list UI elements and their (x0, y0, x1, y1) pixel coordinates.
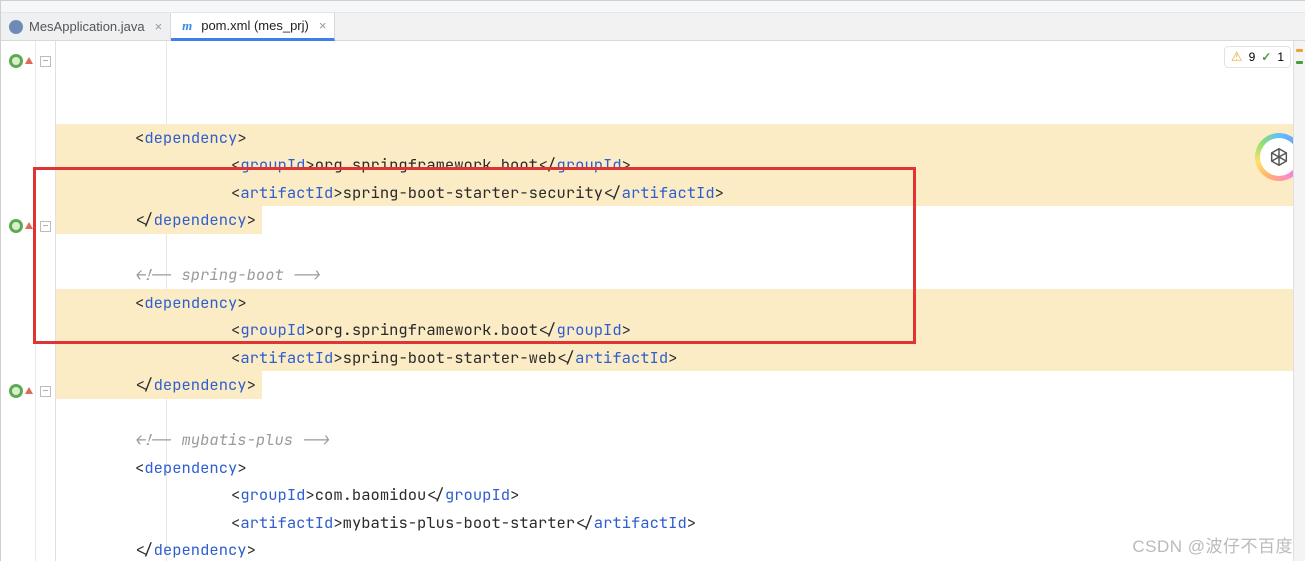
editor: −−− <dependency><groupId>org.springframe… (1, 41, 1305, 561)
watermark: CSDN @波仔不百度 (1132, 532, 1293, 557)
code-line[interactable]: <artifactId>spring-boot-starter-security… (56, 179, 1305, 207)
top-toolbar (1, 1, 1305, 13)
editor-tabs: MesApplication.java × m pom.xml (mes_prj… (1, 13, 1305, 41)
code-line[interactable]: <!-- spring-boot --> (56, 261, 1305, 289)
arrow-up-icon (25, 387, 33, 394)
code-line[interactable]: </dependency> (56, 371, 1305, 399)
tab-label: MesApplication.java (29, 19, 145, 34)
scroll-marker (1296, 61, 1303, 64)
code-line[interactable]: <groupId>com.baomidou</groupId> (56, 481, 1305, 509)
code-area[interactable]: <dependency><groupId>org.springframework… (56, 41, 1305, 561)
code-line[interactable]: <groupId>org.springframework.boot</group… (56, 316, 1305, 344)
code-line[interactable]: <dependency> (56, 124, 1305, 152)
ok-icon: ✓ (1261, 50, 1271, 64)
maven-icon: m (179, 18, 195, 34)
fold-toggle[interactable]: − (40, 56, 51, 67)
gutter (1, 41, 36, 561)
scroll-marker (1296, 49, 1303, 52)
close-icon[interactable]: × (319, 18, 327, 33)
code-line[interactable]: <dependency> (56, 454, 1305, 482)
fold-toggle[interactable]: − (40, 221, 51, 232)
scrollbar[interactable] (1293, 41, 1305, 561)
bean-icon[interactable] (9, 219, 23, 233)
bean-icon[interactable] (9, 54, 23, 68)
tab-mesapplication[interactable]: MesApplication.java × (1, 13, 171, 40)
close-icon[interactable]: × (155, 19, 163, 34)
code-line[interactable] (56, 234, 1305, 262)
bean-icon[interactable] (9, 384, 23, 398)
arrow-up-icon (25, 57, 33, 64)
gutter-fold: − − − (36, 41, 56, 561)
code-line[interactable]: <artifactId>mybatis-plus-boot-starter</a… (56, 509, 1305, 537)
code-line[interactable] (56, 399, 1305, 427)
tab-label: pom.xml (mes_prj) (201, 18, 309, 33)
ok-count: 1 (1277, 50, 1284, 64)
warning-icon: ⚠ (1231, 49, 1243, 65)
code-line[interactable]: <dependency> (56, 289, 1305, 317)
inspections-widget[interactable]: ⚠ 9 ✓ 1 (1224, 46, 1291, 68)
warning-count: 9 (1249, 50, 1256, 64)
arrow-up-icon (25, 222, 33, 229)
code-line[interactable]: <!-- mybatis-plus --> (56, 426, 1305, 454)
code-line[interactable]: <groupId>org.springframework.boot</group… (56, 151, 1305, 179)
tab-pom-xml[interactable]: m pom.xml (mes_prj) × (171, 13, 335, 41)
code-line[interactable]: <artifactId>spring-boot-starter-web</art… (56, 344, 1305, 372)
code-line[interactable]: </dependency> (56, 206, 1305, 234)
code-line[interactable]: </dependency> (56, 536, 1305, 561)
fold-toggle[interactable]: − (40, 386, 51, 397)
java-icon (9, 20, 23, 34)
